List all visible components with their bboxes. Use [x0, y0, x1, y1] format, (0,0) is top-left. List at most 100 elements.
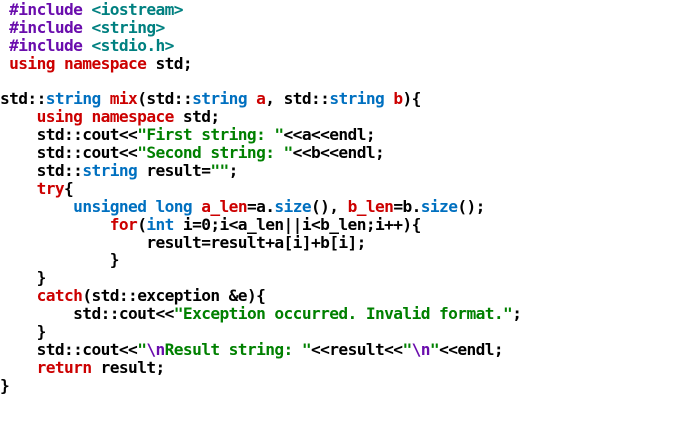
- code-token: "": [210, 161, 229, 181]
- code-line: using namespace std;: [0, 53, 521, 73]
- code-token: i=0;i<a_len||i<b_len;i++){: [173, 214, 421, 234]
- code-token: <<endl;: [439, 339, 504, 359]
- code-token: <stdio.h>: [91, 35, 174, 55]
- code-line: std::cout<<"\nResult string: "<<result<<…: [0, 339, 521, 359]
- code-token: <string>: [91, 17, 165, 37]
- code-token: std::cout<<: [0, 304, 174, 324]
- code-token: std::: [146, 89, 193, 109]
- code-token: ": [137, 339, 147, 359]
- code-token: (: [137, 214, 147, 234]
- code-line: std::cout<<"First string: "<<a<<endl;: [0, 126, 521, 144]
- code-token: try: [36, 178, 65, 198]
- code-line: catch(std::exception &e){: [0, 287, 521, 305]
- code-token: size: [274, 196, 311, 216]
- code-line: #include <iostream>: [0, 1, 521, 19]
- code-token: }: [0, 268, 47, 288]
- code-token: a_len: [201, 196, 247, 216]
- code-token: std;: [182, 107, 220, 127]
- code-token: string: [329, 89, 385, 109]
- code-token: ;: [512, 304, 522, 324]
- code-token: b_len: [347, 196, 394, 216]
- code-token: \n: [146, 339, 165, 359]
- code-token: #include: [0, 0, 92, 19]
- code-token: =a.: [246, 196, 275, 216]
- code-token: ();: [457, 196, 485, 216]
- code-token: =b.: [393, 196, 421, 216]
- code-token: <<b<<endl;: [292, 143, 385, 163]
- code-line: try{: [0, 178, 521, 198]
- code-token: std::: [283, 89, 330, 109]
- code-token: size: [420, 196, 458, 216]
- code-token: "Exception occurred. Invalid format.": [173, 304, 513, 324]
- code-line: }: [0, 269, 521, 287]
- code-token: ){: [402, 89, 422, 109]
- code-line: std::string mix(std::string a, std::stri…: [0, 90, 521, 108]
- code-token: b: [393, 89, 403, 109]
- code-line: }: [0, 251, 521, 269]
- code-token: "First string: ": [137, 125, 284, 145]
- code-token: result;: [91, 357, 166, 377]
- code-token: string: [192, 89, 247, 109]
- code-line: }: [0, 375, 521, 395]
- code-token: ": [429, 339, 440, 359]
- code-line: #include <stdio.h>: [0, 35, 521, 55]
- code-token: int: [146, 214, 174, 234]
- code-token: }: [0, 375, 10, 395]
- code-token: catch: [36, 286, 83, 306]
- code-token: mix: [109, 89, 138, 109]
- code-line: }: [0, 323, 521, 341]
- code-token: #include: [0, 17, 92, 37]
- code-token: unsigned long: [73, 196, 193, 216]
- code-line: unsigned long a_len=a.size(), b_len=b.si…: [0, 196, 521, 216]
- code-token: <<result<<: [310, 339, 403, 359]
- code-token: string: [45, 89, 101, 109]
- code-token: string: [82, 161, 138, 181]
- code-token: "Second string: ": [137, 143, 293, 163]
- code-token: std::cout<<: [0, 339, 138, 359]
- code-token: a: [256, 89, 266, 109]
- code-token: (: [137, 89, 147, 109]
- code-token: result=: [137, 161, 211, 181]
- code-line: std::cout<<"Exception occurred. Invalid …: [0, 304, 522, 324]
- code-line: result=result+a[i]+b[i];: [0, 232, 521, 252]
- code-token: std;: [155, 53, 193, 73]
- code-line: std::cout<<"Second string: "<<b<<endl;: [0, 144, 521, 162]
- code-block[interactable]: #include <iostream> #include <string> #i…: [0, 1, 522, 395]
- code-token: ,: [265, 89, 284, 109]
- code-token: }: [0, 250, 120, 270]
- code-token: (std::exception &e){: [82, 286, 266, 306]
- code-token: }: [0, 322, 47, 342]
- code-token: ": [402, 339, 412, 359]
- code-line: return result;: [0, 357, 521, 377]
- code-token: result=result+a[i]+b[i];: [0, 232, 366, 252]
- code-editor[interactable]: #include <iostream> #include <string> #i…: [0, 0, 696, 435]
- code-line: #include <string>: [0, 17, 521, 37]
- code-line: for(int i=0;i<a_len||i<b_len;i++){: [0, 214, 521, 234]
- code-token: <iostream>: [91, 0, 183, 19]
- code-token: std::cout<<: [0, 143, 138, 163]
- code-token: (),: [311, 196, 348, 216]
- code-token: std::: [0, 89, 46, 109]
- code-token: {: [64, 178, 74, 198]
- code-token: ;: [228, 161, 239, 181]
- code-token: std::cout<<: [0, 125, 138, 145]
- code-token: std::: [0, 161, 83, 181]
- code-line: using namespace std;: [0, 108, 521, 126]
- code-token: #include: [0, 35, 92, 55]
- code-line: std::string result="";: [0, 162, 521, 180]
- code-token: using namespace: [0, 53, 156, 73]
- code-token: using namespace: [0, 107, 183, 127]
- code-token: <<a<<endl;: [283, 125, 376, 145]
- code-token: for: [109, 214, 138, 234]
- code-token: \n: [411, 339, 431, 359]
- code-token: Result string: ": [164, 339, 312, 359]
